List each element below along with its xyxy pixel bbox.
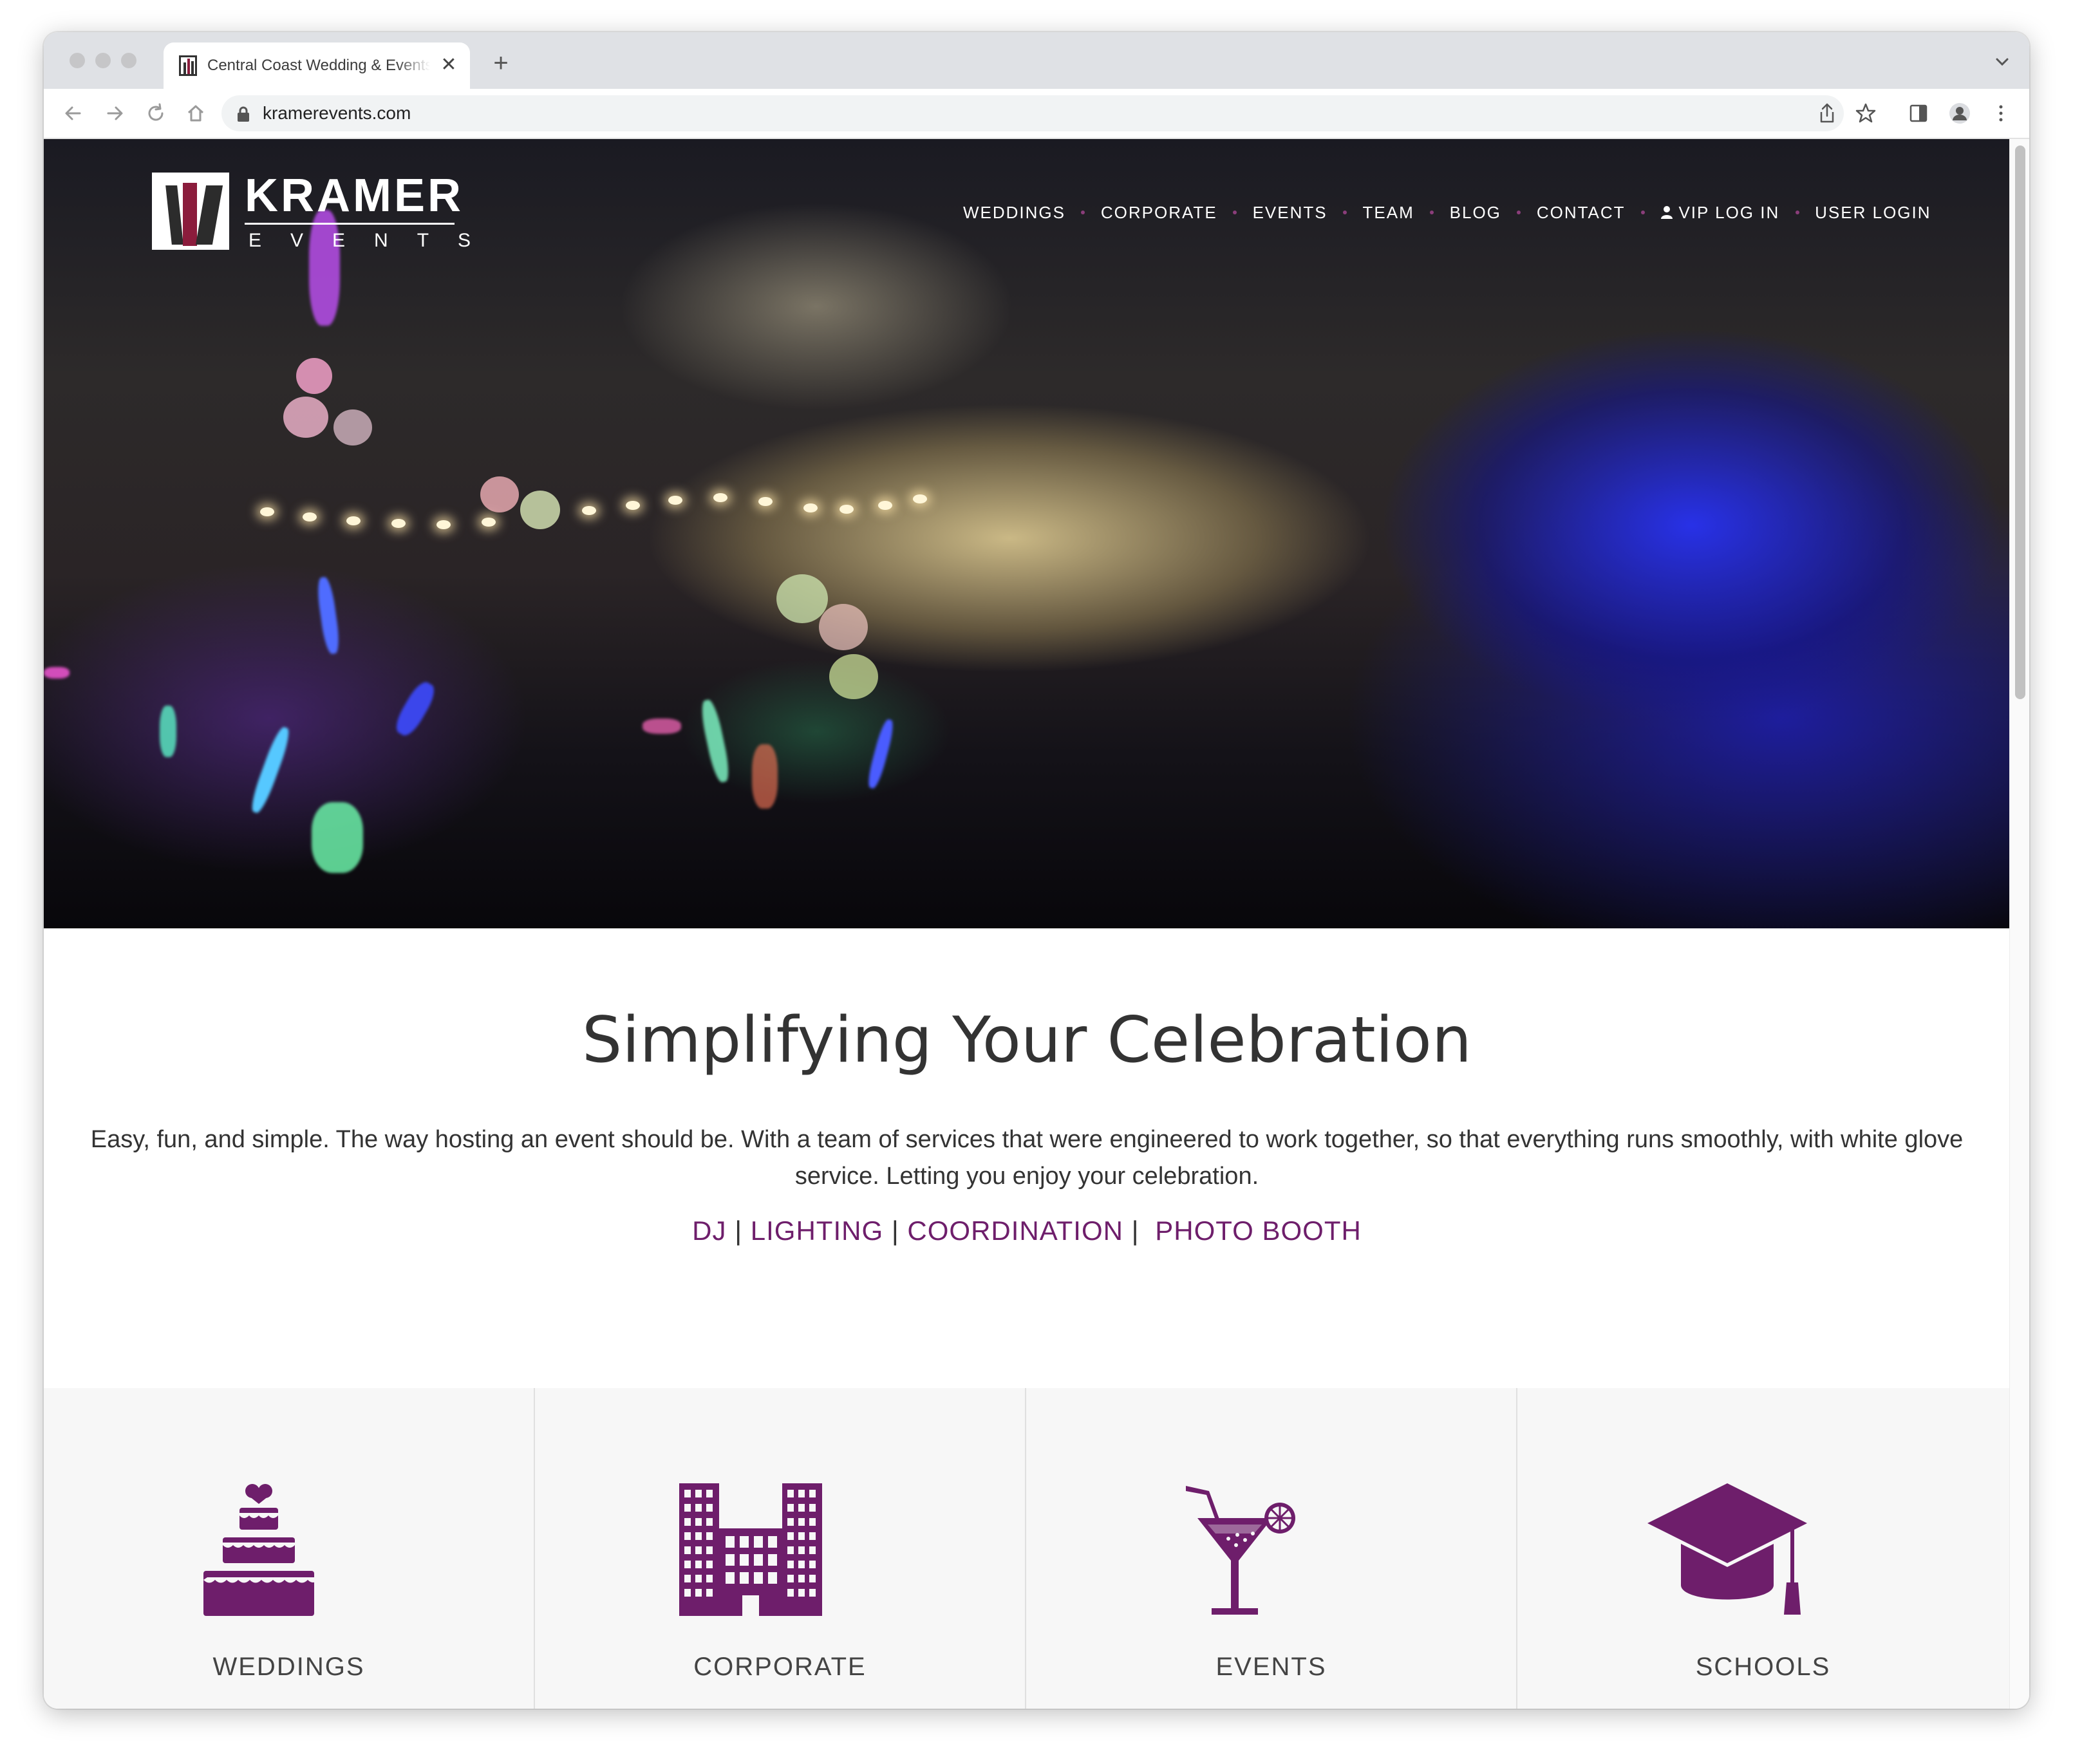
service-lighting-link[interactable]: LIGHTING (751, 1215, 883, 1246)
card-corporate-label: CORPORATE (693, 1653, 867, 1681)
nav-separator (1081, 211, 1085, 214)
category-cards: WEDDINGS CORPORATE EVENTS SCHOOLS (44, 1388, 2010, 1709)
nav-contact[interactable]: CONTACT (1537, 200, 1626, 225)
kebab-menu-icon[interactable] (1989, 102, 2012, 125)
hero-party-scene (44, 139, 2010, 928)
service-separator: | (891, 1215, 899, 1246)
nav-team[interactable]: TEAM (1363, 200, 1414, 225)
url-text: kramerevents.com (263, 103, 411, 123)
side-panel-icon[interactable] (1907, 102, 1930, 125)
office-buildings-icon (679, 1483, 822, 1616)
nav-user-login[interactable]: USER LOGIN (1815, 200, 1931, 225)
card-events[interactable]: EVENTS (1026, 1388, 1517, 1709)
nav-separator (1430, 211, 1434, 214)
nav-events[interactable]: EVENTS (1253, 200, 1327, 225)
share-icon[interactable] (1815, 102, 1839, 125)
logo-name: KRAMER (245, 170, 464, 221)
card-weddings[interactable]: WEDDINGS (44, 1388, 535, 1709)
browser-toolbar: kramerevents.com (44, 89, 2029, 139)
reload-icon[interactable] (143, 100, 169, 126)
main-nav: WEDDINGS CORPORATE EVENTS TEAM BLOG CONT… (963, 200, 1931, 225)
nav-corporate[interactable]: CORPORATE (1101, 200, 1217, 225)
page-viewport: KRAMER EVENTS WEDDINGS CORPORATE EVENTS … (44, 139, 2029, 1709)
tab-close-icon[interactable]: ✕ (439, 55, 458, 75)
services-list: DJ | LIGHTING | COORDINATION | PHOTO BOO… (44, 1212, 2010, 1250)
graduation-cap-icon (1647, 1483, 1807, 1615)
wedding-cake-icon (203, 1484, 317, 1616)
lock-icon[interactable] (236, 106, 251, 122)
back-arrow-icon[interactable] (61, 100, 86, 126)
cocktail-icon (1186, 1486, 1295, 1615)
nav-vip-login-label: VIP LOG IN (1678, 203, 1780, 222)
card-schools-label: SCHOOLS (1695, 1653, 1831, 1681)
profile-avatar-icon[interactable] (1948, 102, 1971, 125)
card-corporate[interactable]: CORPORATE (535, 1388, 1026, 1709)
kramer-events-logo[interactable]: KRAMER EVENTS (152, 170, 471, 256)
intro-paragraph: Easy, fun, and simple. The way hosting a… (90, 1126, 1964, 1190)
nav-separator (1517, 211, 1521, 214)
card-events-label: EVENTS (1215, 1653, 1327, 1681)
browser-window: Central Coast Wedding & Events ✕ + krame… (44, 32, 2029, 1709)
service-dj-link[interactable]: DJ (692, 1215, 726, 1246)
logo-divider (245, 223, 455, 225)
scrollbar[interactable] (2009, 139, 2029, 1709)
nav-blog[interactable]: BLOG (1450, 200, 1501, 225)
window-zoom-dot[interactable] (121, 53, 136, 68)
user-icon (1661, 206, 1673, 219)
forward-arrow-icon[interactable] (102, 100, 127, 126)
service-separator: | (1131, 1215, 1140, 1246)
tab-search-chevron-icon[interactable] (1992, 52, 2012, 72)
nav-separator (1641, 211, 1645, 214)
card-schools[interactable]: SCHOOLS (1517, 1388, 2009, 1709)
nav-separator (1233, 211, 1237, 214)
service-photo-booth-link[interactable]: PHOTO BOOTH (1155, 1215, 1362, 1246)
service-coordination-link[interactable]: COORDINATION (907, 1215, 1123, 1246)
hero-video: KRAMER EVENTS WEDDINGS CORPORATE EVENTS … (44, 139, 2010, 928)
tab-title: Central Coast Wedding & Events (207, 57, 430, 74)
scrollbar-thumb[interactable] (2015, 145, 2025, 699)
bookmark-star-icon[interactable] (1854, 102, 1877, 125)
nav-separator (1795, 211, 1799, 214)
card-weddings-label: WEDDINGS (212, 1653, 365, 1681)
address-bar[interactable]: kramerevents.com (221, 95, 1844, 131)
nav-vip-login[interactable]: VIP LOG IN (1660, 200, 1779, 225)
browser-tab[interactable]: Central Coast Wedding & Events ✕ (164, 42, 470, 89)
page-headline: Simplifying Your Celebration (582, 1004, 1472, 1077)
logo-subtitle: EVENTS (249, 230, 500, 251)
tab-strip: Central Coast Wedding & Events ✕ + (44, 32, 2029, 89)
window-close-dot[interactable] (70, 53, 85, 68)
new-tab-button[interactable]: + (488, 50, 514, 76)
window-minimize-dot[interactable] (95, 53, 111, 68)
nav-separator (1343, 211, 1347, 214)
service-separator: | (735, 1215, 743, 1246)
nav-weddings[interactable]: WEDDINGS (963, 200, 1065, 225)
favicon-icon (179, 55, 197, 76)
logo-mark-icon (152, 173, 229, 250)
home-icon[interactable] (183, 100, 209, 126)
